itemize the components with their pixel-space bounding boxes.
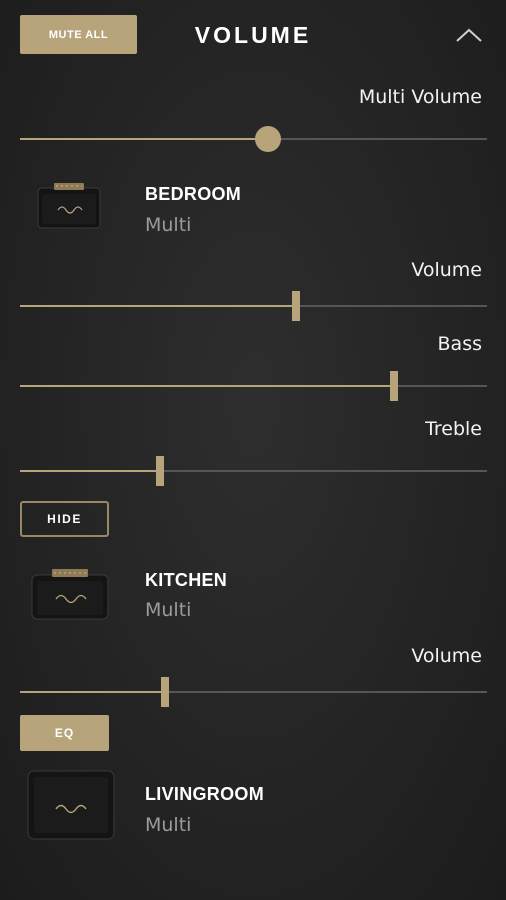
bedroom-treble-slider-thumb[interactable]	[156, 456, 165, 486]
kitchen-device-mode: Multi	[145, 599, 192, 621]
kitchen-volume-label: Volume	[411, 645, 482, 667]
bedroom-bass-label: Bass	[437, 333, 482, 355]
kitchen-device-name: KITCHEN	[145, 570, 228, 590]
multi-volume-slider[interactable]	[20, 126, 487, 152]
bedroom-treble-slider-fill	[20, 470, 161, 472]
bedroom-speaker-image	[36, 180, 104, 236]
livingroom-device-name: LIVINGROOM	[145, 784, 264, 804]
kitchen-volume-slider[interactable]	[20, 677, 487, 707]
bedroom-volume-label: Volume	[411, 259, 482, 281]
bedroom-device-name: BEDROOM	[145, 184, 242, 204]
multi-volume-slider-thumb[interactable]	[254, 126, 281, 152]
collapse-chevron-up-icon[interactable]	[454, 26, 484, 46]
bedroom-device-mode: Multi	[145, 214, 192, 236]
bedroom-bass-slider[interactable]	[20, 371, 487, 401]
bedroom-treble-slider[interactable]	[20, 456, 487, 486]
livingroom-device-mode: Multi	[145, 814, 192, 836]
multi-volume-slider-fill	[20, 138, 268, 140]
bedroom-treble-label: Treble	[425, 418, 482, 440]
multi-volume-label: Multi Volume	[358, 86, 482, 108]
kitchen-volume-slider-fill	[20, 691, 165, 693]
livingroom-speaker-image	[26, 767, 118, 847]
bedroom-bass-slider-fill	[20, 385, 394, 387]
bedroom-volume-slider-thumb[interactable]	[291, 291, 300, 321]
kitchen-speaker-image	[30, 565, 112, 627]
kitchen-volume-slider-thumb[interactable]	[160, 677, 169, 707]
eq-button[interactable]: EQ	[20, 715, 109, 751]
bedroom-volume-slider[interactable]	[20, 291, 487, 321]
hide-eq-button[interactable]: HIDE	[20, 501, 109, 537]
bedroom-bass-slider-thumb[interactable]	[389, 371, 398, 401]
page-title: VOLUME	[194, 22, 312, 48]
bedroom-volume-slider-fill	[20, 305, 296, 307]
